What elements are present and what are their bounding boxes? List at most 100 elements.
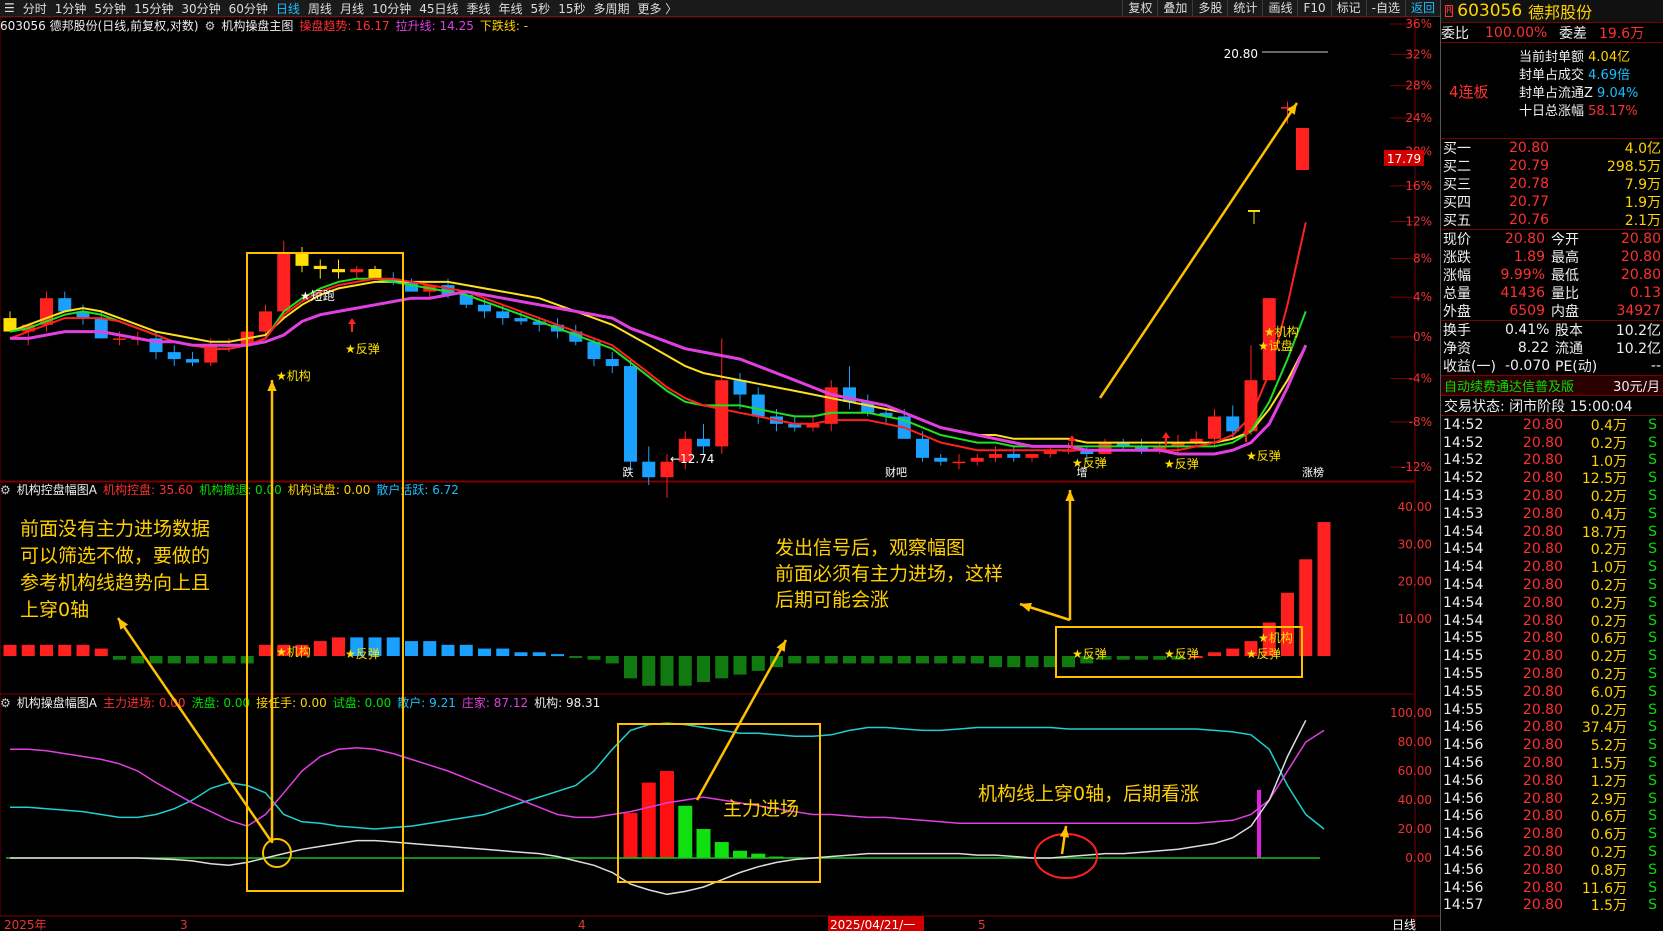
control-bar: [569, 656, 583, 658]
candle-body: [514, 318, 528, 322]
stat-row: 总量 41436 量比 0.13: [1441, 284, 1663, 302]
control-bar: [824, 656, 838, 664]
tick-time: 14:56: [1443, 737, 1484, 754]
stats-grid: 现价 20.80 今开 20.80 涨跌 1.89 最高 20.80 涨幅 9.99% 最低 20.8…: [1441, 229, 1663, 320]
control-bar: [3, 644, 17, 656]
tick-time: 14:56: [1443, 755, 1484, 772]
candle-body: [715, 380, 729, 447]
stat-row: 外盘 6509 内盘 34927: [1441, 302, 1663, 320]
tick-direction: S: [1648, 648, 1657, 665]
date-label: 2025年: [4, 918, 47, 931]
tick-row: 14:52 20.80 1.0万 S: [1441, 452, 1663, 469]
bid-price: 20.77: [1509, 194, 1550, 210]
control-bar: [697, 656, 710, 683]
stat-row: 现价 20.80 今开 20.80: [1441, 230, 1663, 248]
annotation-text: 前面没有主力进场数据: [20, 518, 210, 540]
control-bar: [386, 637, 400, 656]
control-bar: [113, 656, 126, 660]
bid-row[interactable]: 买二 20.79 298.5万: [1441, 157, 1663, 175]
tick-price: 20.80: [1522, 470, 1563, 487]
tick-direction: S: [1648, 861, 1657, 878]
tick-price: 20.80: [1522, 844, 1563, 861]
fund-value: 10.2亿: [1615, 323, 1661, 339]
event-tag: 涨榜: [1302, 465, 1324, 479]
control-bar: [806, 656, 820, 664]
candle-body: [642, 461, 656, 478]
control-bar: [58, 644, 72, 656]
bid-label: 买一: [1443, 141, 1471, 157]
stat-label: 今开: [1551, 232, 1579, 248]
bid-price: 20.76: [1509, 212, 1550, 228]
signal-mark: ★机构: [276, 368, 311, 383]
tick-row: 14:54 20.80 0.2万 S: [1441, 576, 1663, 594]
stat-label: 量比: [1551, 286, 1579, 302]
control-bar: [1226, 648, 1240, 656]
tick-row: 14:56 20.80 0.8万 S: [1441, 861, 1663, 879]
bid-volume: 7.9万: [1624, 177, 1661, 193]
tick-direction: S: [1648, 505, 1657, 522]
tick-row: 14:52 20.80 12.5万 S: [1441, 469, 1663, 487]
ma-red-line: [9, 222, 1307, 452]
tick-price: 20.80: [1522, 826, 1563, 843]
control-bar: [167, 656, 181, 664]
tick-row: 14:53 20.80 0.2万 S: [1441, 487, 1663, 505]
control-bar: [222, 656, 236, 664]
stat-value: 9.99%: [1500, 267, 1545, 283]
stat-value: 20.80: [1620, 267, 1661, 283]
candle-body: [605, 359, 619, 367]
candle-body: [952, 461, 966, 464]
candle-body: [934, 457, 948, 462]
control-bar: [605, 656, 619, 664]
tick-list[interactable]: 14:52 20.80 0.4万 S 14:52 20.80 0.2万 S 14:52 20.80…: [1441, 415, 1663, 914]
candle-body: [313, 265, 327, 270]
tick-row: 14:55 20.80 0.2万 S: [1441, 701, 1663, 719]
candle-body: [1208, 416, 1221, 439]
tick-row: 14:55 20.80 6.0万 S: [1441, 683, 1663, 701]
kline-chart[interactable]: 40%36%32%28%24%20%16%12%8%4%0%-4%-8%-12%…: [0, 0, 1440, 931]
promo-bar[interactable]: 自动续费通达信普及版 30元/月: [1441, 375, 1663, 395]
tick-direction: S: [1648, 897, 1657, 914]
tick-row: 14:54 20.80 18.7万 S: [1441, 523, 1663, 541]
control-bar: [587, 656, 601, 660]
tick-time: 14:54: [1443, 577, 1484, 594]
tick-price: 20.80: [1522, 772, 1563, 789]
axis-main-label: 36%: [1405, 17, 1432, 31]
control-bar: [861, 656, 875, 664]
bid-row[interactable]: 买三 20.78 7.9万: [1441, 175, 1663, 193]
event-tag: 财吧: [885, 465, 907, 479]
stat-value: 41436: [1500, 285, 1545, 301]
candle-body: [295, 253, 309, 266]
tick-volume: 1.5万: [1590, 898, 1627, 915]
fund-label: PE(动): [1555, 359, 1598, 375]
signal-mark: ★试盘: [1258, 338, 1293, 353]
signal-mark: ★反弹: [1246, 449, 1281, 463]
tick-direction: S: [1648, 737, 1657, 754]
control-bar: [642, 656, 656, 686]
tick-price: 20.80: [1522, 541, 1563, 558]
tick-price: 20.80: [1522, 594, 1563, 611]
control-bar: [751, 656, 765, 671]
tick-direction: S: [1648, 701, 1657, 718]
candle-body: [167, 352, 181, 360]
tick-price: 20.80: [1522, 416, 1563, 433]
seal-row: 当前封单额 4.04亿: [1519, 50, 1631, 65]
tick-price: 20.80: [1522, 879, 1563, 896]
axis-main-label: 24%: [1405, 111, 1432, 125]
tick-row: 14:56 20.80 0.6万 S: [1441, 808, 1663, 825]
candle-body: [94, 318, 108, 339]
control-bar: [843, 656, 856, 664]
control-bar: [405, 641, 418, 656]
stat-label: 总量: [1443, 286, 1471, 302]
control-bar: [514, 652, 528, 656]
annotation-text: 发出信号后，观察幅图: [775, 537, 965, 559]
bid-row[interactable]: 买五 20.76 2.1万: [1441, 211, 1663, 229]
quote-title: R 603056 德邦股份: [1441, 0, 1663, 22]
tick-direction: S: [1648, 488, 1657, 505]
control-bar: [970, 656, 984, 664]
tick-time: 14:57: [1443, 897, 1484, 914]
axis-main-label: -4%: [1409, 372, 1432, 386]
r-badge-icon: R: [1445, 5, 1454, 17]
tick-time: 14:56: [1443, 879, 1484, 896]
bid-row[interactable]: 买一 20.80 4.0亿: [1441, 139, 1663, 157]
bid-row[interactable]: 买四 20.77 1.9万: [1441, 193, 1663, 211]
